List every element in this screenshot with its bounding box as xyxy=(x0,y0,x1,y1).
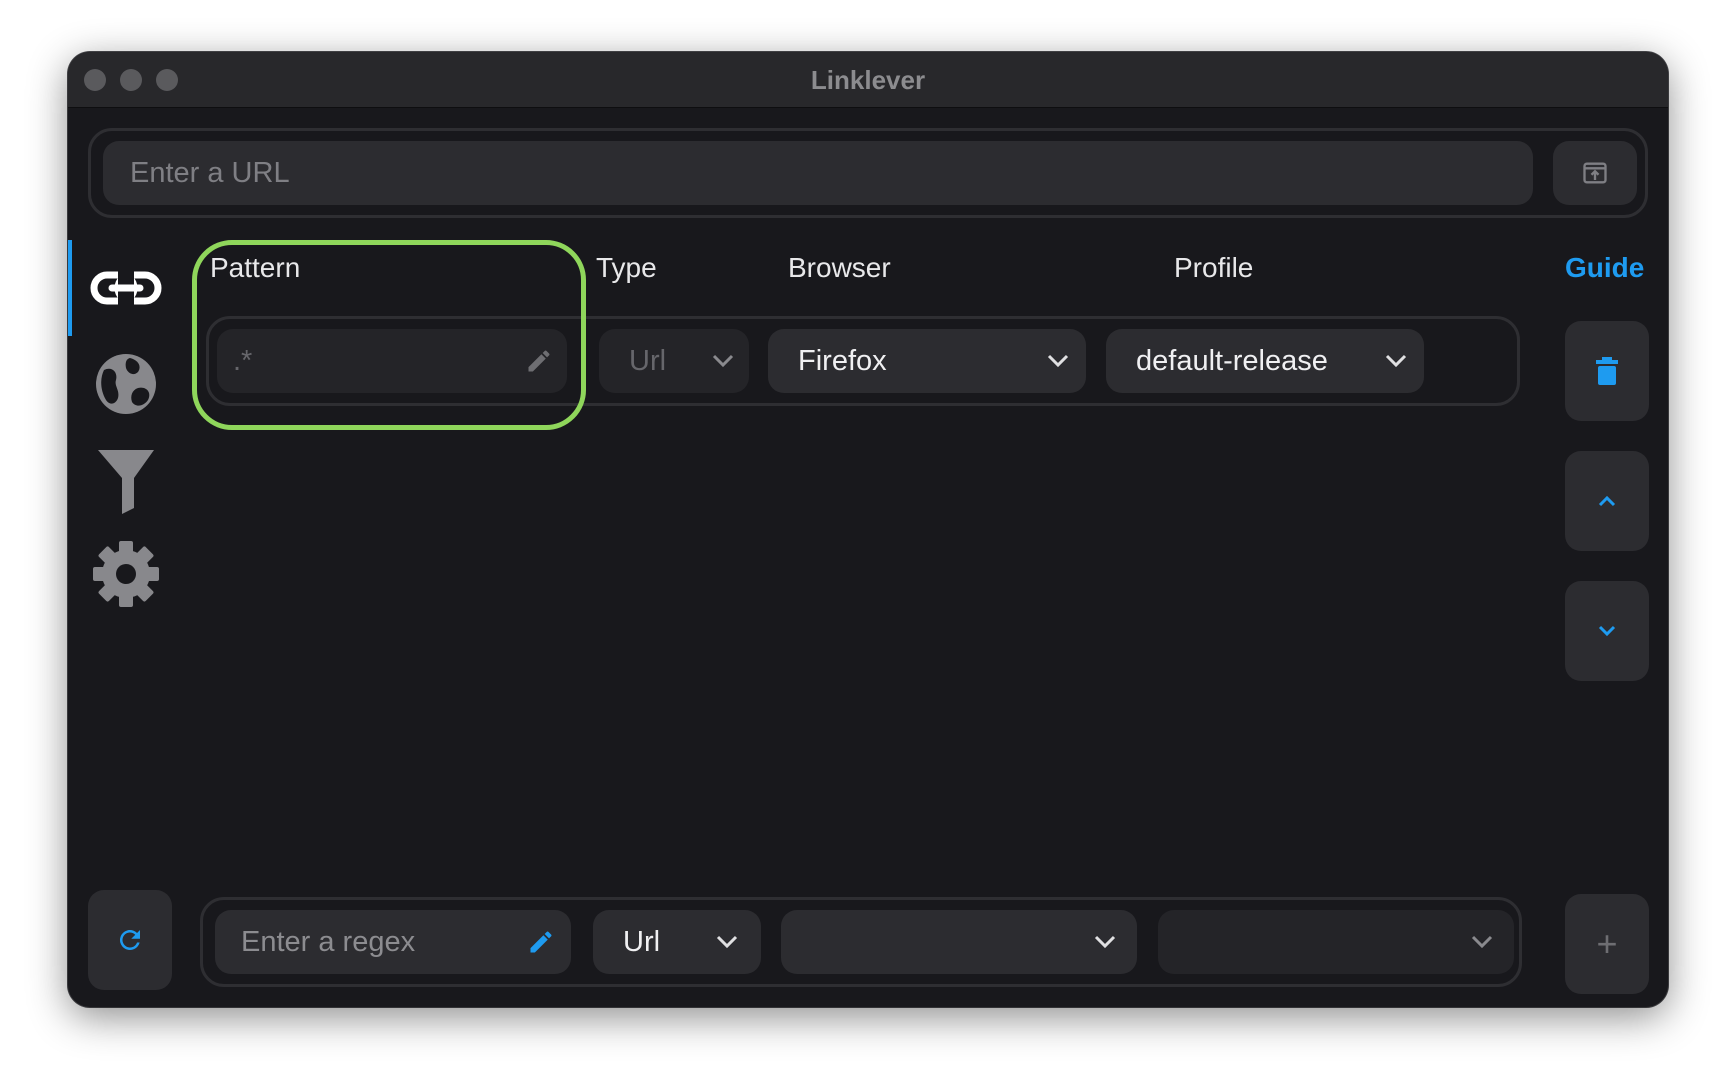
chevron-down-icon xyxy=(712,354,734,368)
filter-icon[interactable] xyxy=(90,444,162,516)
browser-value: Firefox xyxy=(798,345,887,377)
move-down-button[interactable] xyxy=(1565,581,1649,681)
chevron-down-icon xyxy=(1598,625,1616,637)
new-browser-select[interactable] xyxy=(781,910,1137,974)
move-up-button[interactable] xyxy=(1565,451,1649,551)
url-input[interactable]: Enter a URL xyxy=(103,141,1533,205)
window-title: Linklever xyxy=(810,65,926,95)
trash-icon xyxy=(1596,357,1618,385)
column-header-pattern: Pattern xyxy=(210,252,301,283)
globe-icon[interactable] xyxy=(90,348,162,420)
guide-link[interactable]: Guide xyxy=(1565,252,1644,284)
new-profile-select[interactable] xyxy=(1158,910,1514,974)
edit-icon[interactable] xyxy=(525,347,553,375)
regex-input[interactable]: Enter a regex xyxy=(215,910,571,974)
chevron-up-icon xyxy=(1598,495,1616,507)
chevron-down-icon xyxy=(1094,935,1116,949)
app-window: Linklever Enter a URL Pattern Type Brows… xyxy=(68,52,1668,1007)
column-header-type: Type xyxy=(596,252,657,283)
open-url-button[interactable] xyxy=(1553,141,1637,205)
new-type-select[interactable]: Url xyxy=(593,910,761,974)
type-value: Url xyxy=(629,345,667,377)
add-rule-label: + xyxy=(1596,923,1618,964)
chevron-down-icon xyxy=(1385,354,1407,368)
column-header-profile: Profile xyxy=(1174,252,1254,283)
edit-icon[interactable] xyxy=(527,928,555,956)
sidebar-active-indicator xyxy=(68,240,72,336)
refresh-button[interactable] xyxy=(88,890,172,990)
profile-value: default-release xyxy=(1136,345,1328,377)
browser-select[interactable]: Firefox xyxy=(768,329,1086,393)
link-icon[interactable] xyxy=(90,253,162,325)
url-bar: Enter a URL xyxy=(88,128,1648,218)
chevron-down-icon xyxy=(1047,354,1069,368)
delete-rule-button[interactable] xyxy=(1565,321,1649,421)
pattern-value: .* xyxy=(233,345,253,377)
add-rule-button[interactable]: + xyxy=(1565,894,1649,994)
new-rule-row: Enter a regex Url xyxy=(200,897,1522,987)
chevron-down-icon xyxy=(716,935,738,949)
refresh-icon xyxy=(119,929,140,950)
column-header-browser: Browser xyxy=(788,252,891,283)
open-in-window-icon xyxy=(1583,162,1607,184)
pattern-field[interactable]: .* xyxy=(217,329,567,393)
regex-placeholder: Enter a regex xyxy=(241,926,416,958)
type-select[interactable]: Url xyxy=(599,329,749,393)
profile-select[interactable]: default-release xyxy=(1106,329,1424,393)
title-bar: Linklever xyxy=(68,52,1668,108)
new-type-value: Url xyxy=(623,926,661,958)
gear-icon[interactable] xyxy=(90,538,162,610)
rule-row: .* Url Firefox default-release xyxy=(206,316,1520,406)
chevron-down-icon xyxy=(1471,935,1493,949)
